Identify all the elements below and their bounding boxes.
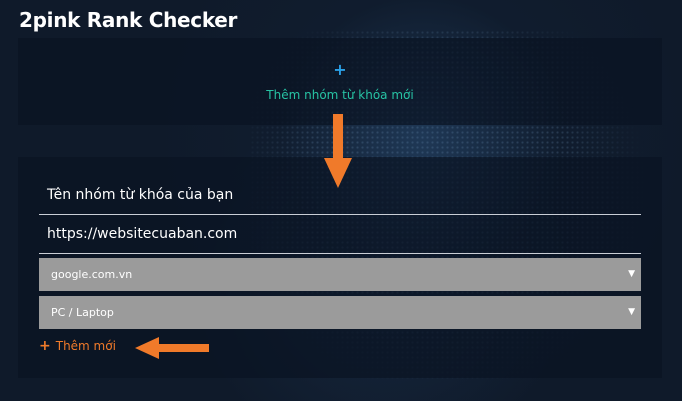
plus-icon: + [333,60,347,79]
plus-icon: + [39,338,51,354]
dropdown-caret-icon: ▼ [628,269,635,279]
down-arrow-annotation-icon [324,114,352,188]
group-name-input[interactable]: Tên nhóm từ khóa của bạn [39,187,641,215]
add-new-button[interactable]: + Thêm mới [39,339,116,353]
left-arrow-annotation-icon [135,337,209,359]
search-engine-select[interactable]: google.com.vn ▼ [39,258,641,291]
add-new-label: Thêm mới [55,339,116,353]
dropdown-caret-icon: ▼ [628,307,635,317]
search-engine-value: google.com.vn [51,268,133,281]
keyword-group-form: Tên nhóm từ khóa của bạn https://website… [18,157,662,378]
website-url-input[interactable]: https://websitecuaban.com [39,226,641,254]
app-title: 2pink Rank Checker [19,8,238,32]
add-group-label: Thêm nhóm từ khóa mới [266,88,414,102]
device-select[interactable]: PC / Laptop ▼ [39,296,641,329]
device-value: PC / Laptop [51,306,114,319]
